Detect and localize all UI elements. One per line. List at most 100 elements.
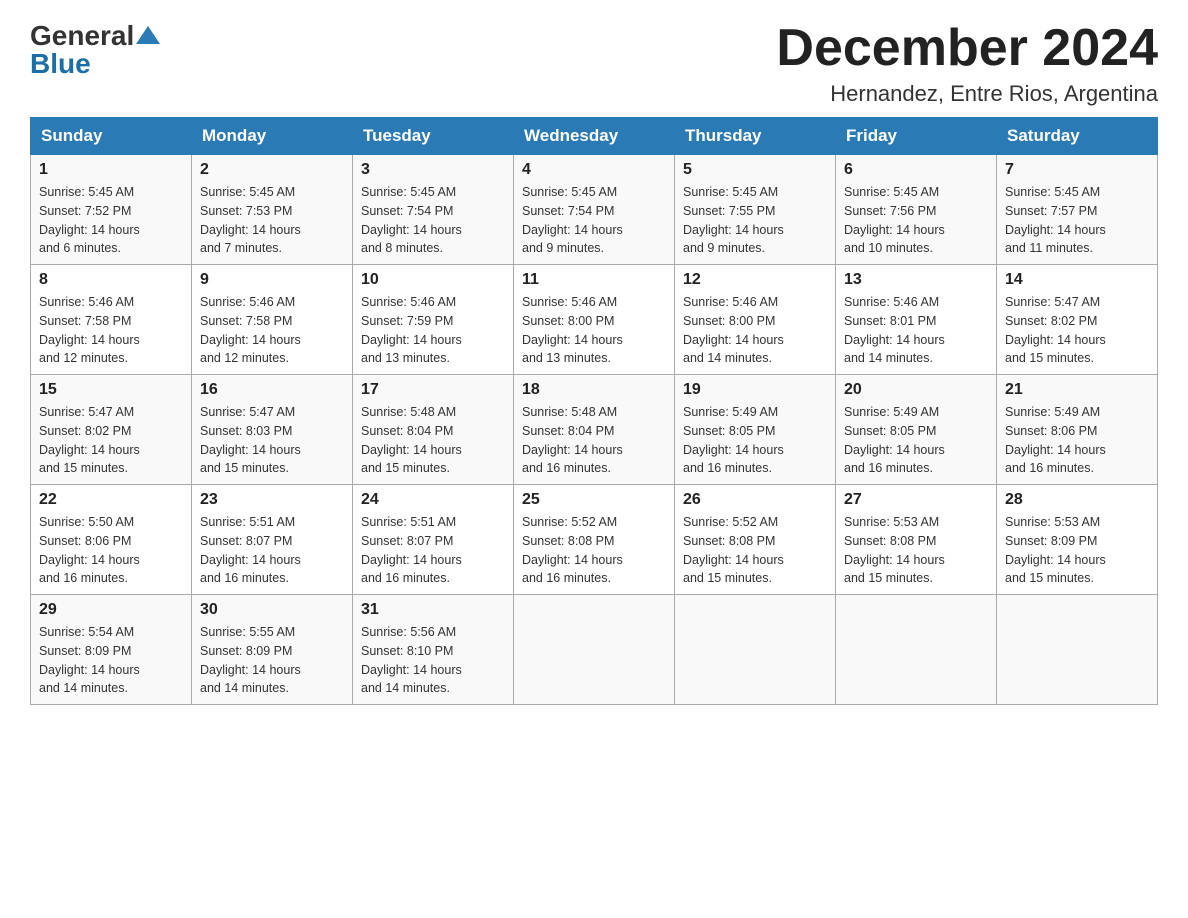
calendar-cell: 28 Sunrise: 5:53 AMSunset: 8:09 PMDaylig…	[997, 485, 1158, 595]
day-info: Sunrise: 5:45 AMSunset: 7:57 PMDaylight:…	[1005, 183, 1149, 258]
day-info: Sunrise: 5:47 AMSunset: 8:03 PMDaylight:…	[200, 403, 344, 478]
day-info: Sunrise: 5:45 AMSunset: 7:52 PMDaylight:…	[39, 183, 183, 258]
location-title: Hernandez, Entre Rios, Argentina	[776, 81, 1158, 107]
calendar-cell: 14 Sunrise: 5:47 AMSunset: 8:02 PMDaylig…	[997, 265, 1158, 375]
logo: General Blue	[30, 20, 162, 80]
logo-icon	[134, 22, 162, 50]
day-info: Sunrise: 5:46 AMSunset: 8:01 PMDaylight:…	[844, 293, 988, 368]
calendar-cell: 18 Sunrise: 5:48 AMSunset: 8:04 PMDaylig…	[514, 375, 675, 485]
day-number: 4	[522, 161, 666, 179]
calendar-cell: 27 Sunrise: 5:53 AMSunset: 8:08 PMDaylig…	[836, 485, 997, 595]
day-number: 2	[200, 161, 344, 179]
day-number: 25	[522, 491, 666, 509]
day-number: 8	[39, 271, 183, 289]
calendar-cell: 6 Sunrise: 5:45 AMSunset: 7:56 PMDayligh…	[836, 155, 997, 265]
calendar-cell: 4 Sunrise: 5:45 AMSunset: 7:54 PMDayligh…	[514, 155, 675, 265]
calendar-cell: 17 Sunrise: 5:48 AMSunset: 8:04 PMDaylig…	[353, 375, 514, 485]
calendar-cell: 13 Sunrise: 5:46 AMSunset: 8:01 PMDaylig…	[836, 265, 997, 375]
day-number: 12	[683, 271, 827, 289]
calendar-cell: 15 Sunrise: 5:47 AMSunset: 8:02 PMDaylig…	[31, 375, 192, 485]
day-info: Sunrise: 5:51 AMSunset: 8:07 PMDaylight:…	[361, 513, 505, 588]
day-number: 26	[683, 491, 827, 509]
day-number: 1	[39, 161, 183, 179]
calendar-header-row: Sunday Monday Tuesday Wednesday Thursday…	[31, 118, 1158, 155]
day-info: Sunrise: 5:46 AMSunset: 8:00 PMDaylight:…	[683, 293, 827, 368]
logo-blue-text: Blue	[30, 48, 91, 80]
calendar-table: Sunday Monday Tuesday Wednesday Thursday…	[30, 117, 1158, 705]
day-number: 5	[683, 161, 827, 179]
calendar-week-row: 15 Sunrise: 5:47 AMSunset: 8:02 PMDaylig…	[31, 375, 1158, 485]
calendar-cell: 24 Sunrise: 5:51 AMSunset: 8:07 PMDaylig…	[353, 485, 514, 595]
day-info: Sunrise: 5:46 AMSunset: 7:58 PMDaylight:…	[200, 293, 344, 368]
day-info: Sunrise: 5:56 AMSunset: 8:10 PMDaylight:…	[361, 623, 505, 698]
day-number: 30	[200, 601, 344, 619]
day-info: Sunrise: 5:54 AMSunset: 8:09 PMDaylight:…	[39, 623, 183, 698]
calendar-cell: 2 Sunrise: 5:45 AMSunset: 7:53 PMDayligh…	[192, 155, 353, 265]
day-number: 9	[200, 271, 344, 289]
calendar-cell	[675, 595, 836, 705]
day-info: Sunrise: 5:49 AMSunset: 8:05 PMDaylight:…	[844, 403, 988, 478]
day-number: 11	[522, 271, 666, 289]
calendar-cell: 19 Sunrise: 5:49 AMSunset: 8:05 PMDaylig…	[675, 375, 836, 485]
calendar-cell: 9 Sunrise: 5:46 AMSunset: 7:58 PMDayligh…	[192, 265, 353, 375]
page-header: General Blue December 2024 Hernandez, En…	[30, 20, 1158, 107]
day-number: 7	[1005, 161, 1149, 179]
calendar-week-row: 22 Sunrise: 5:50 AMSunset: 8:06 PMDaylig…	[31, 485, 1158, 595]
day-info: Sunrise: 5:45 AMSunset: 7:56 PMDaylight:…	[844, 183, 988, 258]
day-info: Sunrise: 5:46 AMSunset: 8:00 PMDaylight:…	[522, 293, 666, 368]
header-tuesday: Tuesday	[353, 118, 514, 155]
day-number: 16	[200, 381, 344, 399]
title-section: December 2024 Hernandez, Entre Rios, Arg…	[776, 20, 1158, 107]
day-info: Sunrise: 5:53 AMSunset: 8:08 PMDaylight:…	[844, 513, 988, 588]
day-number: 10	[361, 271, 505, 289]
calendar-cell: 31 Sunrise: 5:56 AMSunset: 8:10 PMDaylig…	[353, 595, 514, 705]
calendar-cell: 21 Sunrise: 5:49 AMSunset: 8:06 PMDaylig…	[997, 375, 1158, 485]
day-number: 27	[844, 491, 988, 509]
day-info: Sunrise: 5:46 AMSunset: 7:59 PMDaylight:…	[361, 293, 505, 368]
calendar-cell: 5 Sunrise: 5:45 AMSunset: 7:55 PMDayligh…	[675, 155, 836, 265]
header-friday: Friday	[836, 118, 997, 155]
day-number: 23	[200, 491, 344, 509]
day-number: 28	[1005, 491, 1149, 509]
day-number: 17	[361, 381, 505, 399]
header-sunday: Sunday	[31, 118, 192, 155]
day-info: Sunrise: 5:46 AMSunset: 7:58 PMDaylight:…	[39, 293, 183, 368]
calendar-week-row: 29 Sunrise: 5:54 AMSunset: 8:09 PMDaylig…	[31, 595, 1158, 705]
day-info: Sunrise: 5:49 AMSunset: 8:05 PMDaylight:…	[683, 403, 827, 478]
calendar-cell: 20 Sunrise: 5:49 AMSunset: 8:05 PMDaylig…	[836, 375, 997, 485]
day-info: Sunrise: 5:55 AMSunset: 8:09 PMDaylight:…	[200, 623, 344, 698]
calendar-cell: 8 Sunrise: 5:46 AMSunset: 7:58 PMDayligh…	[31, 265, 192, 375]
calendar-cell	[997, 595, 1158, 705]
header-monday: Monday	[192, 118, 353, 155]
calendar-cell: 11 Sunrise: 5:46 AMSunset: 8:00 PMDaylig…	[514, 265, 675, 375]
day-info: Sunrise: 5:47 AMSunset: 8:02 PMDaylight:…	[39, 403, 183, 478]
day-info: Sunrise: 5:45 AMSunset: 7:55 PMDaylight:…	[683, 183, 827, 258]
calendar-week-row: 8 Sunrise: 5:46 AMSunset: 7:58 PMDayligh…	[31, 265, 1158, 375]
calendar-cell: 25 Sunrise: 5:52 AMSunset: 8:08 PMDaylig…	[514, 485, 675, 595]
day-number: 6	[844, 161, 988, 179]
day-info: Sunrise: 5:45 AMSunset: 7:53 PMDaylight:…	[200, 183, 344, 258]
header-wednesday: Wednesday	[514, 118, 675, 155]
calendar-cell: 22 Sunrise: 5:50 AMSunset: 8:06 PMDaylig…	[31, 485, 192, 595]
calendar-week-row: 1 Sunrise: 5:45 AMSunset: 7:52 PMDayligh…	[31, 155, 1158, 265]
month-title: December 2024	[776, 20, 1158, 77]
day-number: 21	[1005, 381, 1149, 399]
calendar-cell: 23 Sunrise: 5:51 AMSunset: 8:07 PMDaylig…	[192, 485, 353, 595]
calendar-cell: 7 Sunrise: 5:45 AMSunset: 7:57 PMDayligh…	[997, 155, 1158, 265]
header-thursday: Thursday	[675, 118, 836, 155]
calendar-cell	[514, 595, 675, 705]
day-info: Sunrise: 5:45 AMSunset: 7:54 PMDaylight:…	[522, 183, 666, 258]
day-info: Sunrise: 5:49 AMSunset: 8:06 PMDaylight:…	[1005, 403, 1149, 478]
calendar-cell: 12 Sunrise: 5:46 AMSunset: 8:00 PMDaylig…	[675, 265, 836, 375]
day-number: 14	[1005, 271, 1149, 289]
day-number: 19	[683, 381, 827, 399]
day-info: Sunrise: 5:45 AMSunset: 7:54 PMDaylight:…	[361, 183, 505, 258]
day-number: 20	[844, 381, 988, 399]
day-info: Sunrise: 5:48 AMSunset: 8:04 PMDaylight:…	[361, 403, 505, 478]
day-info: Sunrise: 5:53 AMSunset: 8:09 PMDaylight:…	[1005, 513, 1149, 588]
calendar-cell: 3 Sunrise: 5:45 AMSunset: 7:54 PMDayligh…	[353, 155, 514, 265]
day-info: Sunrise: 5:51 AMSunset: 8:07 PMDaylight:…	[200, 513, 344, 588]
calendar-cell: 16 Sunrise: 5:47 AMSunset: 8:03 PMDaylig…	[192, 375, 353, 485]
day-number: 22	[39, 491, 183, 509]
calendar-cell: 30 Sunrise: 5:55 AMSunset: 8:09 PMDaylig…	[192, 595, 353, 705]
